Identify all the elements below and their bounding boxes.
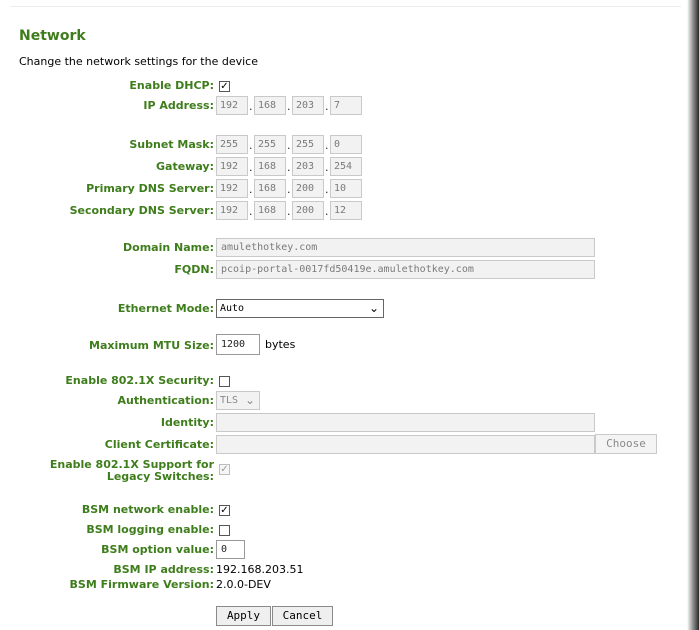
octet-separator: . (249, 183, 253, 196)
check-mark-icon: ✓ (220, 81, 229, 92)
ip-octet-3[interactable]: 203 (292, 96, 324, 115)
secondary-dns-octet-3[interactable]: 200 (292, 201, 324, 220)
octet-separator: . (249, 205, 253, 218)
octet-separator: . (325, 183, 329, 196)
domain-name-label: Domain Name: (123, 241, 214, 254)
octet-separator: . (325, 100, 329, 113)
octet-separator: . (287, 183, 291, 196)
authentication-select[interactable]: TLS ⌄ (216, 391, 260, 410)
bsm-firmware-value: 2.0.0-DEV (216, 578, 271, 591)
ethernet-mode-value: Auto (220, 303, 245, 314)
primary-dns-octet-2[interactable]: 168 (254, 179, 286, 198)
primary-dns-label: Primary DNS Server: (86, 182, 214, 195)
secondary-dns-octet-1[interactable]: 192 (216, 201, 248, 220)
apply-button[interactable]: Apply (216, 606, 271, 626)
octet-separator: . (325, 205, 329, 218)
octet-separator: . (249, 139, 253, 152)
ip-octet-4[interactable]: 7 (330, 96, 362, 115)
bsm-network-label: BSM network enable: (81, 503, 214, 516)
security-8021x-label: Enable 802.1X Security: (65, 374, 214, 387)
primary-dns-octet-3[interactable]: 200 (292, 179, 324, 198)
ip-octet-2[interactable]: 168 (254, 96, 286, 115)
octet-separator: . (287, 100, 291, 113)
top-divider (10, 6, 681, 7)
bsm-ip-label: BSM IP address: (113, 563, 214, 576)
gateway-octet-2[interactable]: 168 (254, 157, 286, 176)
bsm-option-input[interactable]: 0 (216, 540, 245, 559)
ip-address-label: IP Address: (143, 99, 214, 112)
page-title: Network (19, 28, 86, 44)
gateway-label: Gateway: (156, 160, 214, 173)
octet-separator: . (325, 161, 329, 174)
octet-separator: . (287, 205, 291, 218)
ip-octet-1[interactable]: 192 (216, 96, 248, 115)
subnet-octet-2[interactable]: 255 (254, 135, 286, 154)
chevron-down-icon: ⌄ (368, 301, 379, 315)
bsm-logging-label: BSM logging enable: (86, 523, 214, 536)
client-certificate-input[interactable] (216, 435, 595, 454)
gateway-octet-1[interactable]: 192 (216, 157, 248, 176)
page-subtitle: Change the network settings for the devi… (19, 55, 258, 68)
ethernet-mode-label: Ethernet Mode: (117, 302, 214, 315)
legacy-switches-label-line2: Legacy Switches: (106, 470, 214, 483)
mtu-label: Maximum MTU Size: (89, 339, 214, 352)
bsm-ip-value: 192.168.203.51 (216, 563, 304, 576)
domain-name-input[interactable]: amulethotkey.com (216, 238, 595, 257)
authentication-value: TLS (220, 395, 239, 406)
bsm-option-label: BSM option value: (101, 543, 214, 556)
gateway-octet-4[interactable]: 254 (330, 157, 362, 176)
primary-dns-octet-1[interactable]: 192 (216, 179, 248, 198)
mtu-input[interactable]: 1200 (216, 334, 260, 355)
octet-separator: . (249, 161, 253, 174)
subnet-octet-4[interactable]: 0 (330, 135, 362, 154)
subnet-octet-3[interactable]: 255 (292, 135, 324, 154)
authentication-label: Authentication: (117, 394, 214, 407)
check-mark-icon: ✓ (220, 464, 229, 475)
primary-dns-octet-4[interactable]: 10 (330, 179, 362, 198)
dhcp-checkbox[interactable]: ✓ (219, 81, 230, 92)
chevron-down-icon: ⌄ (244, 393, 255, 407)
bsm-network-checkbox[interactable]: ✓ (219, 505, 230, 516)
subnet-mask-label: Subnet Mask: (129, 138, 214, 151)
fqdn-input[interactable]: pcoip-portal-0017fd50419e.amulethotkey.c… (216, 260, 595, 279)
legacy-switches-label: Enable 802.1X Support for Legacy Switche… (50, 459, 214, 483)
octet-separator: . (287, 161, 291, 174)
gateway-octet-3[interactable]: 203 (292, 157, 324, 176)
legacy-switches-checkbox[interactable]: ✓ (219, 464, 230, 475)
cancel-button[interactable]: Cancel (272, 606, 333, 626)
check-mark-icon: ✓ (220, 505, 229, 516)
choose-certificate-button[interactable]: Choose (595, 434, 657, 454)
ethernet-mode-select[interactable]: Auto ⌄ (216, 299, 384, 318)
mtu-unit: bytes (265, 338, 296, 351)
page-edge-shadow (687, 0, 699, 630)
identity-input[interactable] (216, 413, 595, 432)
bsm-firmware-label: BSM Firmware Version: (69, 578, 214, 591)
identity-label: Identity: (160, 416, 214, 429)
subnet-octet-1[interactable]: 255 (216, 135, 248, 154)
secondary-dns-octet-2[interactable]: 168 (254, 201, 286, 220)
secondary-dns-label: Secondary DNS Server: (69, 204, 214, 217)
secondary-dns-octet-4[interactable]: 12 (330, 201, 362, 220)
octet-separator: . (249, 100, 253, 113)
fqdn-label: FQDN: (174, 263, 214, 276)
dhcp-label: Enable DHCP: (129, 79, 214, 92)
security-8021x-checkbox[interactable] (219, 376, 230, 387)
octet-separator: . (325, 139, 329, 152)
bsm-logging-checkbox[interactable] (219, 525, 230, 536)
octet-separator: . (287, 139, 291, 152)
client-certificate-label: Client Certificate: (104, 438, 214, 451)
